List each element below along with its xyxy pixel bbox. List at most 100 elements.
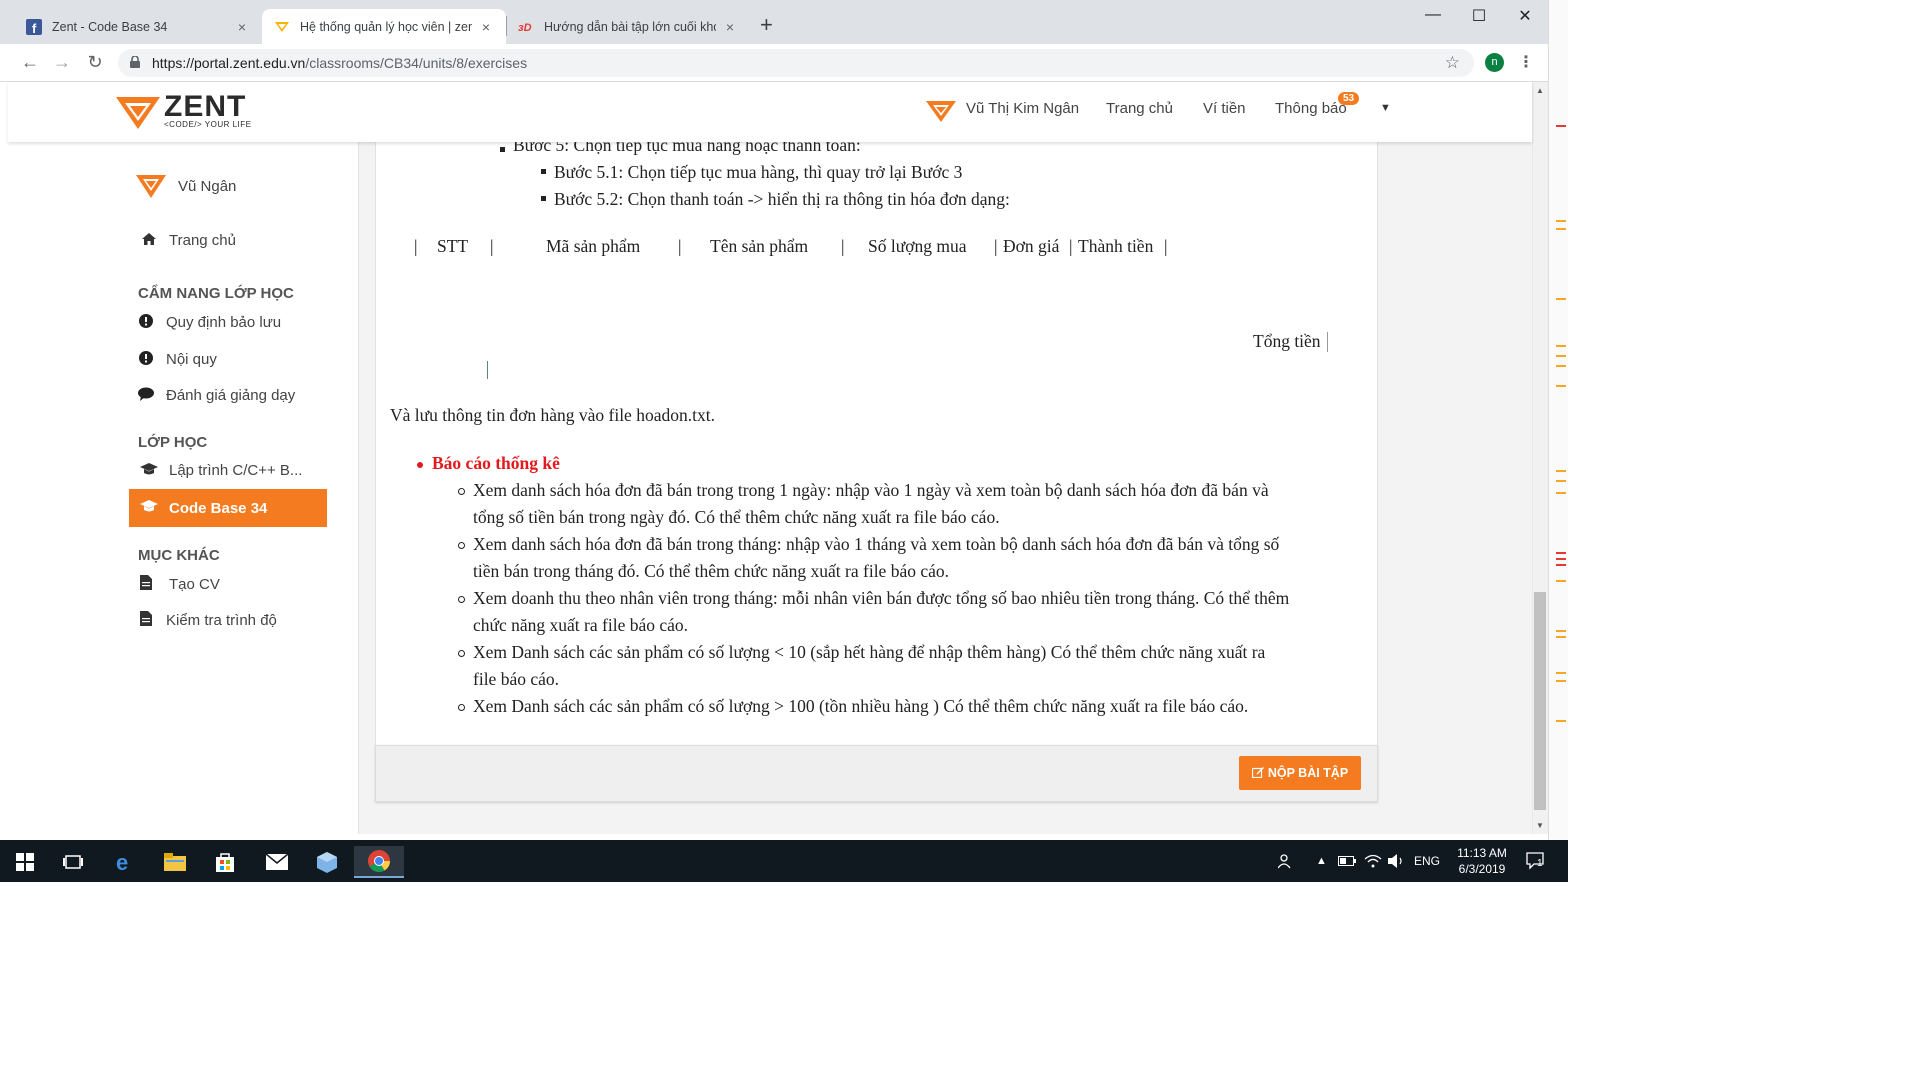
- volume-icon[interactable]: [1388, 840, 1406, 882]
- invoice-col-unit-price: Đơn giá: [1003, 236, 1060, 256]
- comment-icon: [138, 387, 154, 404]
- windows-start-icon[interactable]: [0, 846, 50, 878]
- clock-date: 6/3/2019: [1458, 862, 1506, 876]
- sidebar-item-label: Lập trình C/C++ B...: [169, 462, 303, 479]
- save-note-text: Và lưu thông tin đơn hàng vào file hoado…: [390, 405, 715, 425]
- people-icon[interactable]: [1278, 840, 1294, 882]
- scroll-up-arrow-icon[interactable]: ▲: [1534, 86, 1546, 95]
- url-path: /classrooms/CB34/units/8/exercises: [305, 55, 528, 71]
- sidebar-item-create-cv[interactable]: Tạo CV: [138, 575, 220, 593]
- bullet: [500, 147, 505, 152]
- store-icon[interactable]: [200, 846, 250, 878]
- svg-text:f: f: [32, 21, 37, 35]
- browser-tab-2[interactable]: Hệ thống quản lý học viên | zent ×: [262, 9, 506, 44]
- sidebar-item-home[interactable]: Trang chủ: [138, 232, 236, 249]
- svg-text:e: e: [116, 851, 128, 873]
- sidebar-item-teaching-review[interactable]: Đánh giá giảng dạy: [138, 387, 295, 404]
- forward-arrow-icon[interactable]: →: [50, 52, 74, 73]
- sidebar-item-reservation-policy[interactable]: Quy định bảo lưu: [138, 314, 281, 331]
- scrollbar-thumb[interactable]: [1534, 592, 1546, 810]
- info-circle-icon: [138, 314, 154, 331]
- marker: [1556, 720, 1566, 722]
- nav-home[interactable]: Trang chủ: [1106, 100, 1173, 117]
- file-explorer-icon[interactable]: [150, 846, 200, 878]
- back-arrow-icon[interactable]: ←: [18, 52, 42, 73]
- site-favicon-icon: ɜD: [518, 19, 534, 35]
- action-center-icon[interactable]: 1: [1526, 840, 1544, 882]
- virtualbox-icon[interactable]: [302, 846, 352, 878]
- report-line: tổng số tiền bán trong ngày đó. Có thể t…: [473, 507, 1000, 527]
- bullet: [458, 488, 465, 495]
- nav-wallet[interactable]: Ví tiền: [1203, 100, 1246, 117]
- minimize-button[interactable]: —: [1410, 6, 1456, 24]
- home-icon: [138, 233, 160, 248]
- sidebar-item-label: Quy định bảo lưu: [166, 314, 282, 331]
- reload-icon[interactable]: ↻: [83, 52, 107, 73]
- profile-avatar[interactable]: n: [1485, 53, 1504, 72]
- tab-title: Zent - Code Base 34: [52, 19, 168, 34]
- invoice-col-quantity: Số lượng mua: [868, 236, 967, 256]
- bullet: [541, 169, 546, 174]
- submit-exercise-button[interactable]: NỘP BÀI TẬP: [1239, 756, 1361, 790]
- marker: [1556, 492, 1566, 494]
- graduation-cap-icon: [138, 500, 160, 516]
- marker: [1556, 345, 1566, 347]
- info-circle-icon: [138, 351, 154, 368]
- browser-tab-3[interactable]: ɜD Hướng dẫn bài tập lớn cuối khóa ×: [506, 9, 750, 44]
- clock[interactable]: 11:13 AM 6/3/2019: [1446, 845, 1518, 877]
- browser-tab-1[interactable]: f Zent - Code Base 34 ×: [14, 9, 262, 44]
- user-diamond-icon: [136, 175, 166, 198]
- bullet: [541, 196, 546, 201]
- exercise-content: Bước 5: Chọn tiếp tục mua hàng hoặc than…: [375, 135, 1378, 745]
- tab-title: Hướng dẫn bài tập lớn cuối khóa: [544, 19, 716, 34]
- sidebar: Vũ Ngân Trang chủ CẨM NANG LỚP HỌC Quy đ…: [8, 142, 359, 834]
- report-line: Xem doanh thu theo nhân viên trong tháng…: [473, 588, 1290, 608]
- sidebar-item-label: Đánh giá giảng dạy: [166, 387, 296, 404]
- graduation-cap-icon: [138, 462, 160, 479]
- close-tab-icon[interactable]: ×: [478, 19, 494, 35]
- sidebar-user[interactable]: Vũ Ngân: [136, 174, 236, 198]
- close-window-button[interactable]: ✕: [1502, 6, 1548, 26]
- sidebar-item-rules[interactable]: Nội quy: [138, 351, 217, 368]
- task-view-icon[interactable]: [48, 846, 98, 878]
- tray-chevron-up-icon[interactable]: ▲: [1316, 840, 1327, 882]
- wifi-icon[interactable]: [1364, 840, 1382, 882]
- sidebar-item-level-test[interactable]: Kiểm tra trình độ: [138, 611, 277, 629]
- sidebar-item-class-cpp[interactable]: Lập trình C/C++ B...: [138, 462, 302, 479]
- user-diamond-icon: [926, 101, 956, 122]
- maximize-button[interactable]: ☐: [1456, 6, 1502, 26]
- new-tab-button[interactable]: +: [760, 14, 773, 36]
- zent-logo[interactable]: ZENT <CODE/> YOUR LIFE: [116, 92, 252, 129]
- sidebar-item-class-codebase34[interactable]: Code Base 34: [129, 489, 327, 527]
- chevron-down-icon[interactable]: ▼: [1380, 102, 1391, 114]
- language-indicator[interactable]: ENG: [1414, 840, 1440, 882]
- marker: [1556, 220, 1566, 222]
- scroll-down-arrow-icon[interactable]: ▼: [1534, 821, 1546, 830]
- report-line: Xem Danh sách các sản phẩm có số lượng >…: [473, 696, 1249, 716]
- zent-diamond-icon: [116, 96, 160, 129]
- report-line: chức năng xuất ra file báo cáo.: [473, 615, 689, 635]
- sidebar-item-label: Tạo CV: [169, 575, 220, 593]
- invoice-col-stt: STT: [437, 236, 469, 256]
- browser-tab-strip: f Zent - Code Base 34 × Hệ thống quản lý…: [0, 0, 1548, 44]
- nav-notifications[interactable]: Thông báo: [1275, 100, 1347, 117]
- action-center-count: 1: [1537, 857, 1543, 869]
- chrome-icon[interactable]: [354, 846, 404, 878]
- mail-icon[interactable]: [252, 846, 302, 878]
- tab-title: Hệ thống quản lý học viên | zent: [300, 19, 472, 34]
- address-bar[interactable]: https://portal.zent.edu.vn/classrooms/CB…: [118, 49, 1474, 77]
- close-tab-icon[interactable]: ×: [722, 19, 738, 35]
- url-host: https://portal.zent.edu.vn: [152, 55, 306, 71]
- edge-browser-icon[interactable]: e: [100, 846, 150, 878]
- bullet: [458, 704, 465, 711]
- marker: [1556, 125, 1566, 127]
- invoice-col-product-name: Tên sản phẩm: [710, 236, 809, 256]
- bookmark-star-icon[interactable]: ☆: [1445, 53, 1460, 73]
- browser-menu-icon[interactable]: ⋮: [1518, 52, 1534, 72]
- battery-icon[interactable]: [1338, 840, 1356, 882]
- step-5-1-text: Bước 5.1: Chọn tiếp tục mua hàng, thì qu…: [554, 162, 963, 182]
- marker: [1556, 470, 1566, 472]
- close-tab-icon[interactable]: ×: [234, 19, 250, 35]
- marker: [1556, 636, 1566, 638]
- header-user-name[interactable]: Vũ Thị Kim Ngân: [966, 100, 1079, 117]
